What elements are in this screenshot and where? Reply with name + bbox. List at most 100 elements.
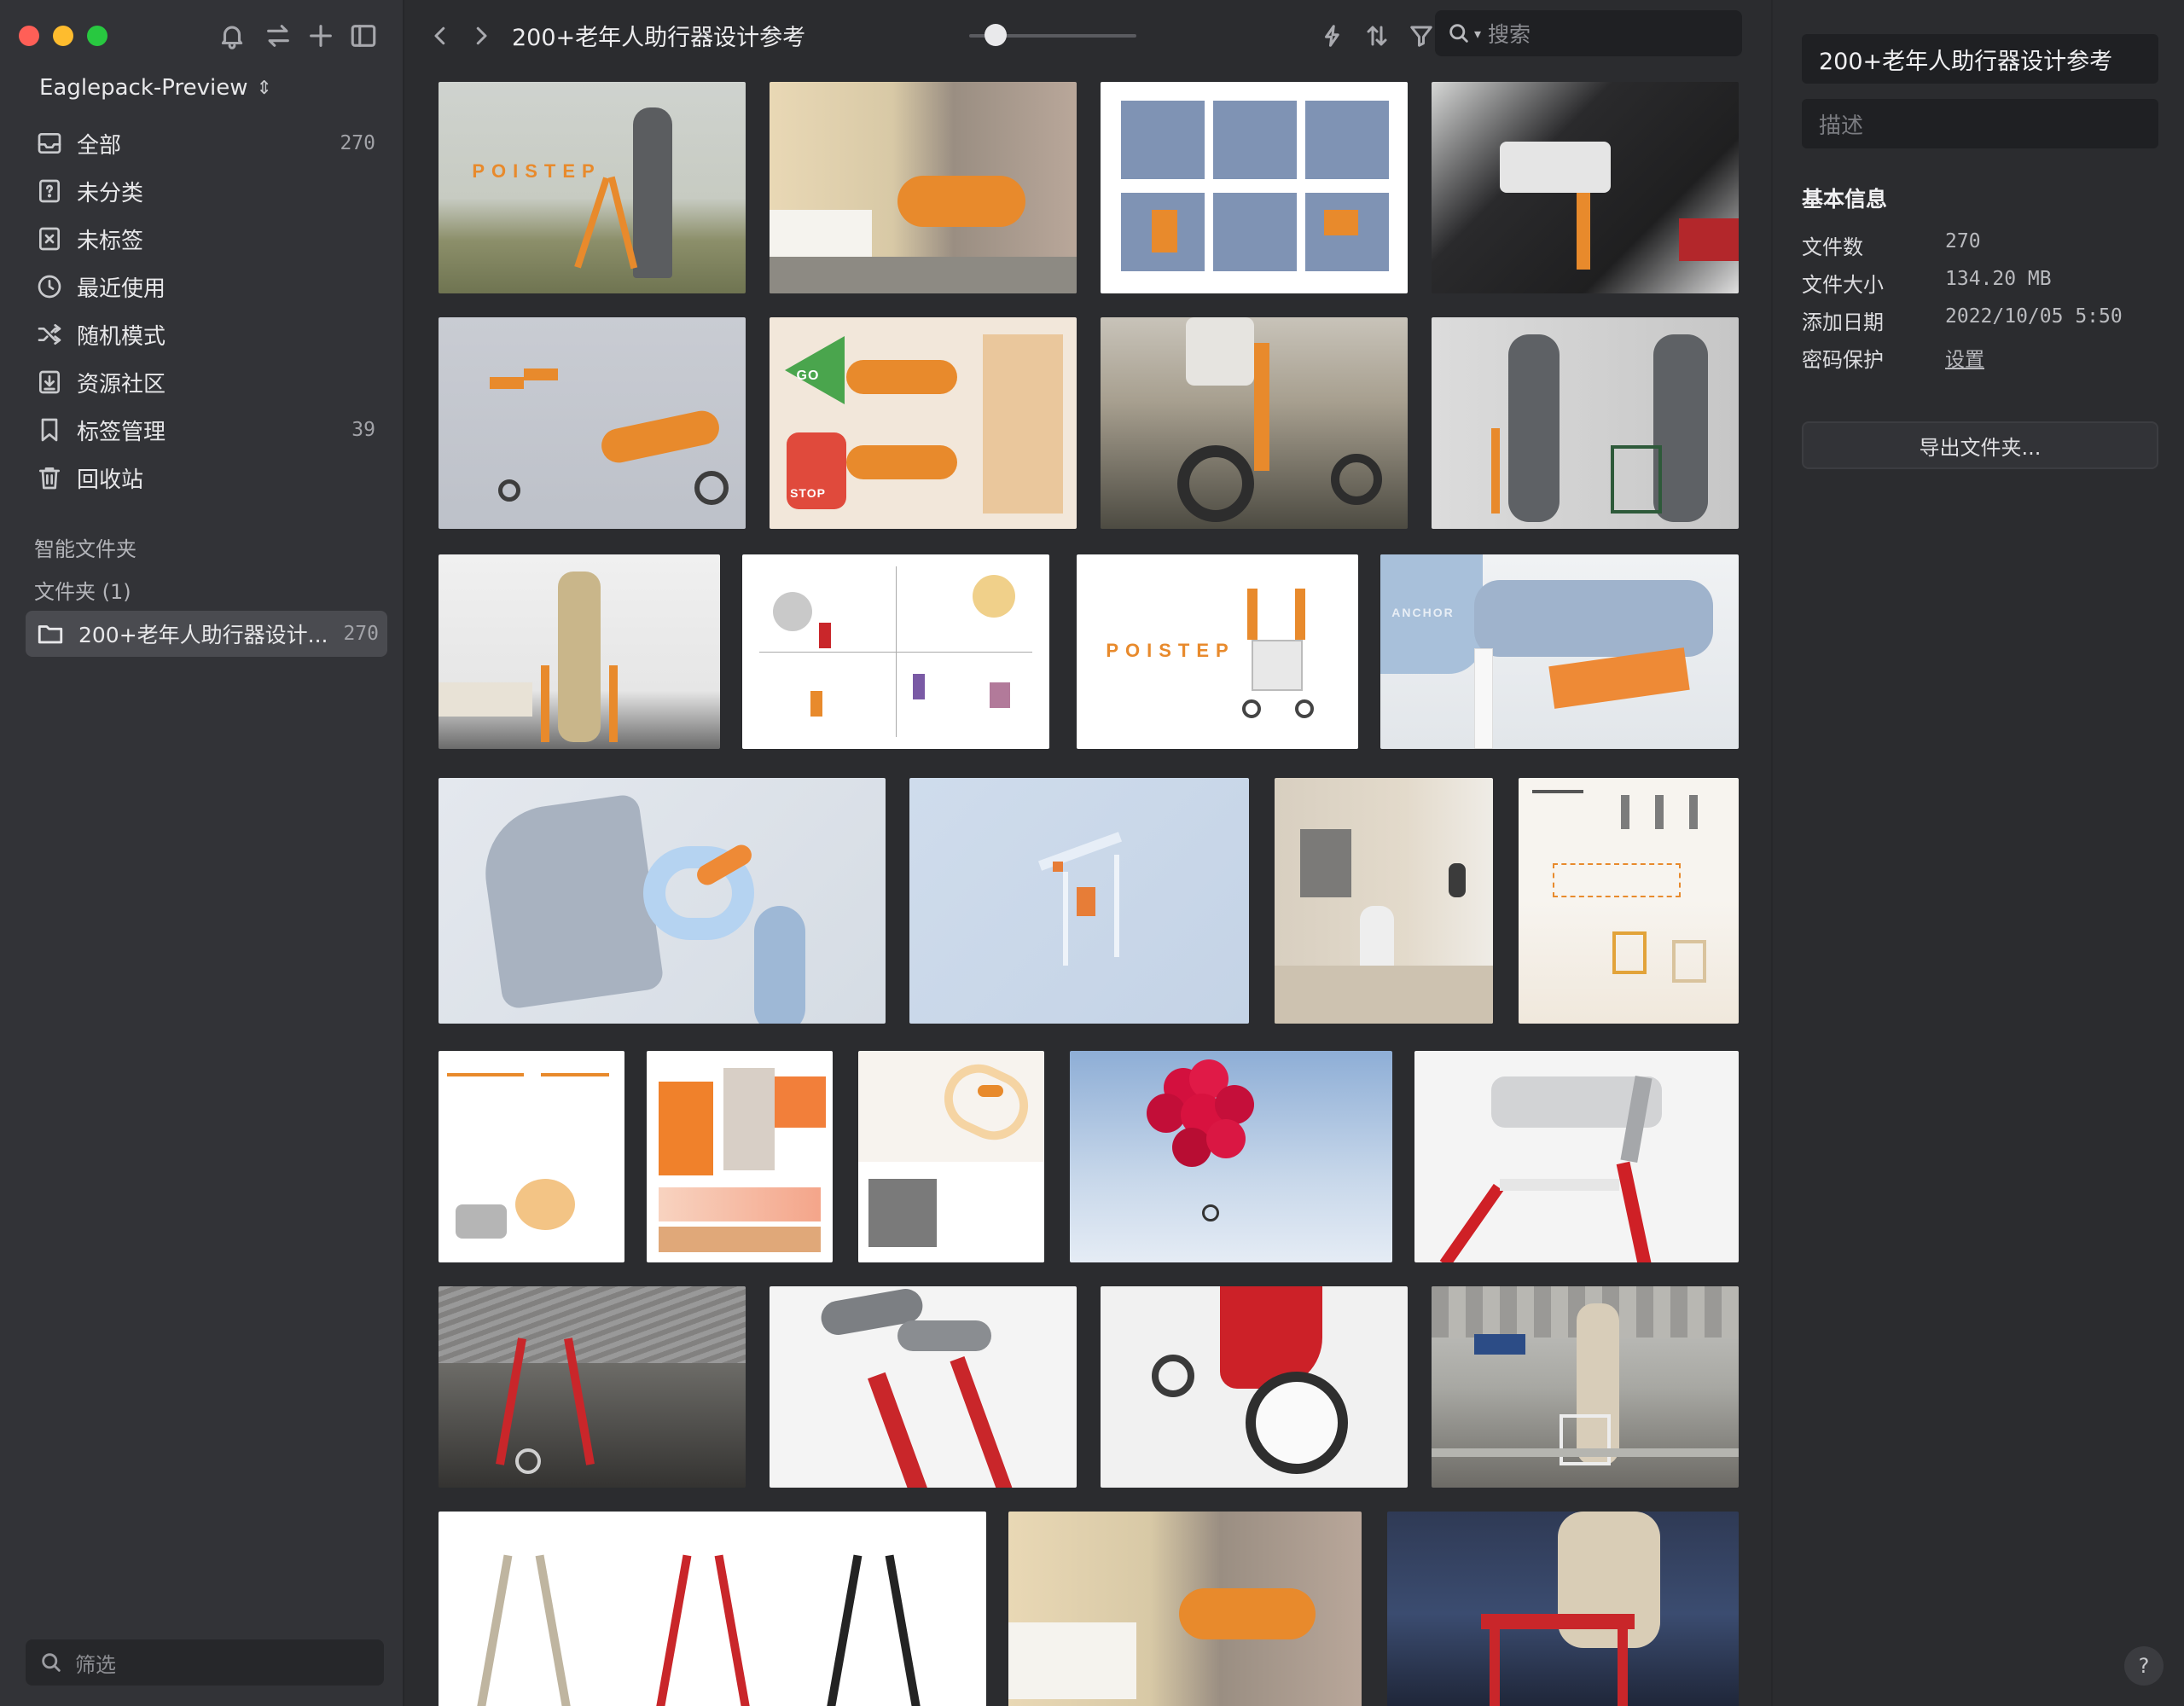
library-name: Eaglepack-Preview [39, 75, 248, 101]
sidebar-filter-input[interactable]: 筛选 [26, 1639, 384, 1686]
image-thumbnail[interactable]: POISTEP [1077, 554, 1358, 749]
image-thumbnail[interactable] [770, 82, 1077, 293]
basic-info-heading: 基本信息 [1802, 187, 1888, 212]
nav-item-recent[interactable]: 最近使用 [26, 264, 384, 309]
sidebar: Eaglepack-Preview ⇕ 全部 270 未分类 未标签 最近使用 … [0, 0, 404, 1706]
image-thumbnail[interactable] [439, 317, 746, 529]
thumbnail-logo-text: POISTEP [472, 160, 601, 182]
image-thumbnail[interactable] [1101, 317, 1408, 529]
image-thumbnail[interactable] [439, 1286, 746, 1488]
chevron-updown-icon: ⇕ [256, 77, 272, 99]
image-thumbnail[interactable] [439, 554, 720, 749]
info-key: 文件大小 [1802, 273, 1884, 297]
image-thumbnail[interactable]: POISTEP [439, 82, 746, 293]
nav-label: 未分类 [77, 180, 144, 206]
nav-label: 全部 [77, 132, 122, 159]
nav-item-trash[interactable]: 回收站 [26, 456, 384, 500]
shuffle-icon [38, 324, 61, 345]
nav-count: 39 [351, 419, 375, 441]
image-thumbnail[interactable] [858, 1051, 1044, 1262]
description-input[interactable]: 描述 [1802, 99, 2158, 148]
folder-label: 200+老年人助行器设计... [78, 623, 328, 647]
inspector-panel: 200+老年人助行器设计参考 描述 基本信息 文件数 270 文件大小 134.… [1771, 0, 2184, 1706]
nav-label: 资源社区 [77, 371, 166, 397]
clock-icon [38, 275, 61, 299]
chevron-down-icon[interactable]: ▾ [1474, 26, 1481, 42]
image-thumbnail[interactable] [909, 778, 1249, 1024]
folder-name-input[interactable]: 200+老年人助行器设计参考 [1802, 34, 2158, 84]
image-thumbnail[interactable]: ANCHOR [1380, 554, 1739, 749]
nav-item-all[interactable]: 全部 270 [26, 121, 384, 165]
page-title: 200+老年人助行器设计参考 [512, 25, 806, 51]
eagle-app-window: Eaglepack-Preview ⇕ 全部 270 未分类 未标签 最近使用 … [0, 0, 2184, 1706]
help-button[interactable]: ? [2124, 1646, 2164, 1686]
info-key: 文件数 [1802, 235, 1863, 259]
question-box-icon [39, 179, 60, 203]
nav-item-tags[interactable]: 标签管理 39 [26, 408, 384, 452]
back-button[interactable] [421, 17, 459, 55]
nav-item-random[interactable]: 随机模式 [26, 312, 384, 357]
sort-icon [1367, 26, 1387, 46]
export-folder-button[interactable]: 导出文件夹... [1802, 421, 2158, 469]
nav-item-community[interactable]: 资源社区 [26, 360, 384, 404]
image-thumbnail[interactable] [1070, 1051, 1392, 1262]
thumbnail-logo-text: POISTEP [1106, 640, 1235, 661]
zoom-slider-thumb[interactable] [985, 24, 1008, 46]
image-thumbnail[interactable] [1275, 778, 1493, 1024]
close-window-button[interactable] [19, 26, 39, 46]
smart-folders-heading[interactable]: 智能文件夹 [34, 532, 136, 562]
plus-icon[interactable] [302, 17, 340, 55]
filter-icon [1410, 26, 1432, 47]
folders-heading[interactable]: 文件夹 (1) [34, 575, 131, 605]
folder-count: 270 [343, 623, 379, 645]
main-toolbar: 200+老年人助行器设计参考 ▾ 搜索 [406, 0, 1769, 72]
search-input[interactable]: ▾ 搜索 [1435, 10, 1742, 56]
chevron-right-icon [476, 26, 487, 45]
bookmark-icon [41, 418, 58, 442]
library-switcher[interactable]: Eaglepack-Preview ⇕ [39, 75, 272, 101]
nav-label: 随机模式 [77, 323, 166, 350]
nav-label: 未标签 [77, 228, 144, 254]
bell-icon[interactable] [213, 17, 251, 55]
folder-item-walker-design[interactable]: 200+老年人助行器设计... 270 [26, 611, 387, 657]
nav-count: 270 [340, 132, 375, 154]
image-thumbnail[interactable]: GO STOP [770, 317, 1077, 529]
image-thumbnail[interactable] [439, 778, 886, 1024]
sidebar-toggle-icon[interactable] [345, 17, 382, 55]
info-value: 2022/10/05 5:50 [1945, 305, 2123, 328]
info-row-password: 密码保护 设置 [1802, 343, 2169, 377]
folder-icon [38, 625, 63, 644]
image-thumbnail[interactable] [647, 1051, 833, 1262]
image-thumbnail[interactable] [439, 1051, 624, 1262]
minimize-window-button[interactable] [53, 26, 73, 46]
forward-button[interactable] [462, 17, 500, 55]
image-thumbnail[interactable] [742, 554, 1049, 749]
image-thumbnail[interactable] [1432, 1286, 1739, 1488]
image-thumbnail[interactable] [1387, 1512, 1739, 1706]
image-thumbnail[interactable] [1101, 82, 1408, 293]
chevron-left-icon [434, 26, 445, 45]
nav-item-uncategorized[interactable]: 未分类 [26, 169, 384, 213]
image-thumbnail[interactable] [1519, 778, 1739, 1024]
search-placeholder: 搜索 [1488, 22, 1531, 47]
image-thumbnail[interactable] [770, 1286, 1077, 1488]
image-grid: POISTEP GO STOP POISTEP ANCHOR [406, 72, 1769, 1706]
quick-action-button[interactable] [1314, 17, 1351, 55]
image-thumbnail[interactable] [1432, 82, 1739, 293]
image-thumbnail[interactable] [1432, 317, 1739, 529]
info-value: 134.20 MB [1945, 268, 2052, 290]
image-thumbnail[interactable] [1101, 1286, 1408, 1488]
info-row-file-size: 文件大小 134.20 MB [1802, 268, 2169, 302]
nav-item-untagged[interactable]: 未标签 [26, 217, 384, 261]
password-settings-link[interactable]: 设置 [1945, 343, 1984, 372]
search-icon [42, 1653, 61, 1672]
zoom-window-button[interactable] [87, 26, 107, 46]
image-thumbnail[interactable] [1008, 1512, 1362, 1706]
info-key: 密码保护 [1802, 348, 1884, 372]
sort-button[interactable] [1358, 17, 1396, 55]
image-thumbnail[interactable] [1414, 1051, 1739, 1262]
filter-placeholder: 筛选 [75, 1652, 116, 1677]
image-thumbnail[interactable] [439, 1512, 986, 1706]
sync-icon[interactable] [259, 17, 297, 55]
nav-label: 标签管理 [77, 419, 166, 445]
